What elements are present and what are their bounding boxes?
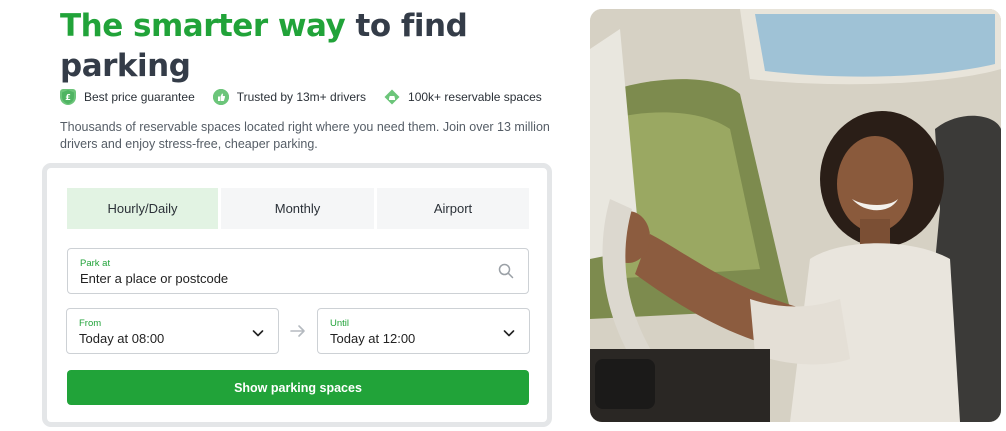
park-at-placeholder: Enter a place or postcode [80, 271, 229, 286]
tab-monthly[interactable]: Monthly [221, 188, 374, 229]
arrow-right-icon [290, 324, 306, 338]
from-label: From [79, 318, 102, 329]
badge-trusted: Trusted by 13m+ drivers [212, 89, 367, 105]
show-parking-spaces-button[interactable]: Show parking spaces [67, 370, 529, 405]
from-value: Today at 08:00 [79, 331, 165, 346]
badge-label: Trusted by 13m+ drivers [236, 90, 367, 104]
badge-spaces: 100k+ reservable spaces [384, 89, 542, 105]
until-label: Until [330, 318, 350, 329]
hero-title-accent: The smarter way [60, 8, 346, 44]
tab-hourly-daily[interactable]: Hourly/Daily [67, 188, 218, 229]
feature-badges: £ Best price guarantee Trusted by 13m+ d… [60, 89, 560, 105]
park-at-label: Park at [80, 258, 111, 269]
tab-airport[interactable]: Airport [377, 188, 529, 229]
parking-search-card: Hourly/Daily Monthly Airport Park at Ent… [42, 163, 552, 427]
svg-text:£: £ [65, 93, 71, 102]
thumbs-up-icon [212, 89, 229, 105]
badge-label: 100k+ reservable spaces [408, 90, 542, 104]
hero-title: The smarter way to find parking [60, 6, 560, 86]
parking-car-icon [384, 89, 400, 105]
from-datetime-select[interactable]: From Today at 08:00 [66, 308, 279, 354]
chevron-down-icon [252, 326, 264, 338]
search-icon[interactable] [498, 263, 514, 279]
badge-label: Best price guarantee [84, 90, 195, 104]
until-value: Today at 12:00 [330, 331, 416, 346]
shield-pound-icon: £ [60, 89, 76, 105]
badge-best-price: £ Best price guarantee [60, 89, 195, 105]
until-datetime-select[interactable]: Until Today at 12:00 [317, 308, 530, 354]
park-at-input[interactable]: Park at Enter a place or postcode [67, 248, 529, 294]
intro-text: Thousands of reservable spaces located r… [60, 120, 550, 151]
chevron-down-icon [503, 326, 515, 338]
hero-image-woman-driving [590, 9, 1001, 422]
booking-type-tabs: Hourly/Daily Monthly Airport [67, 188, 529, 229]
